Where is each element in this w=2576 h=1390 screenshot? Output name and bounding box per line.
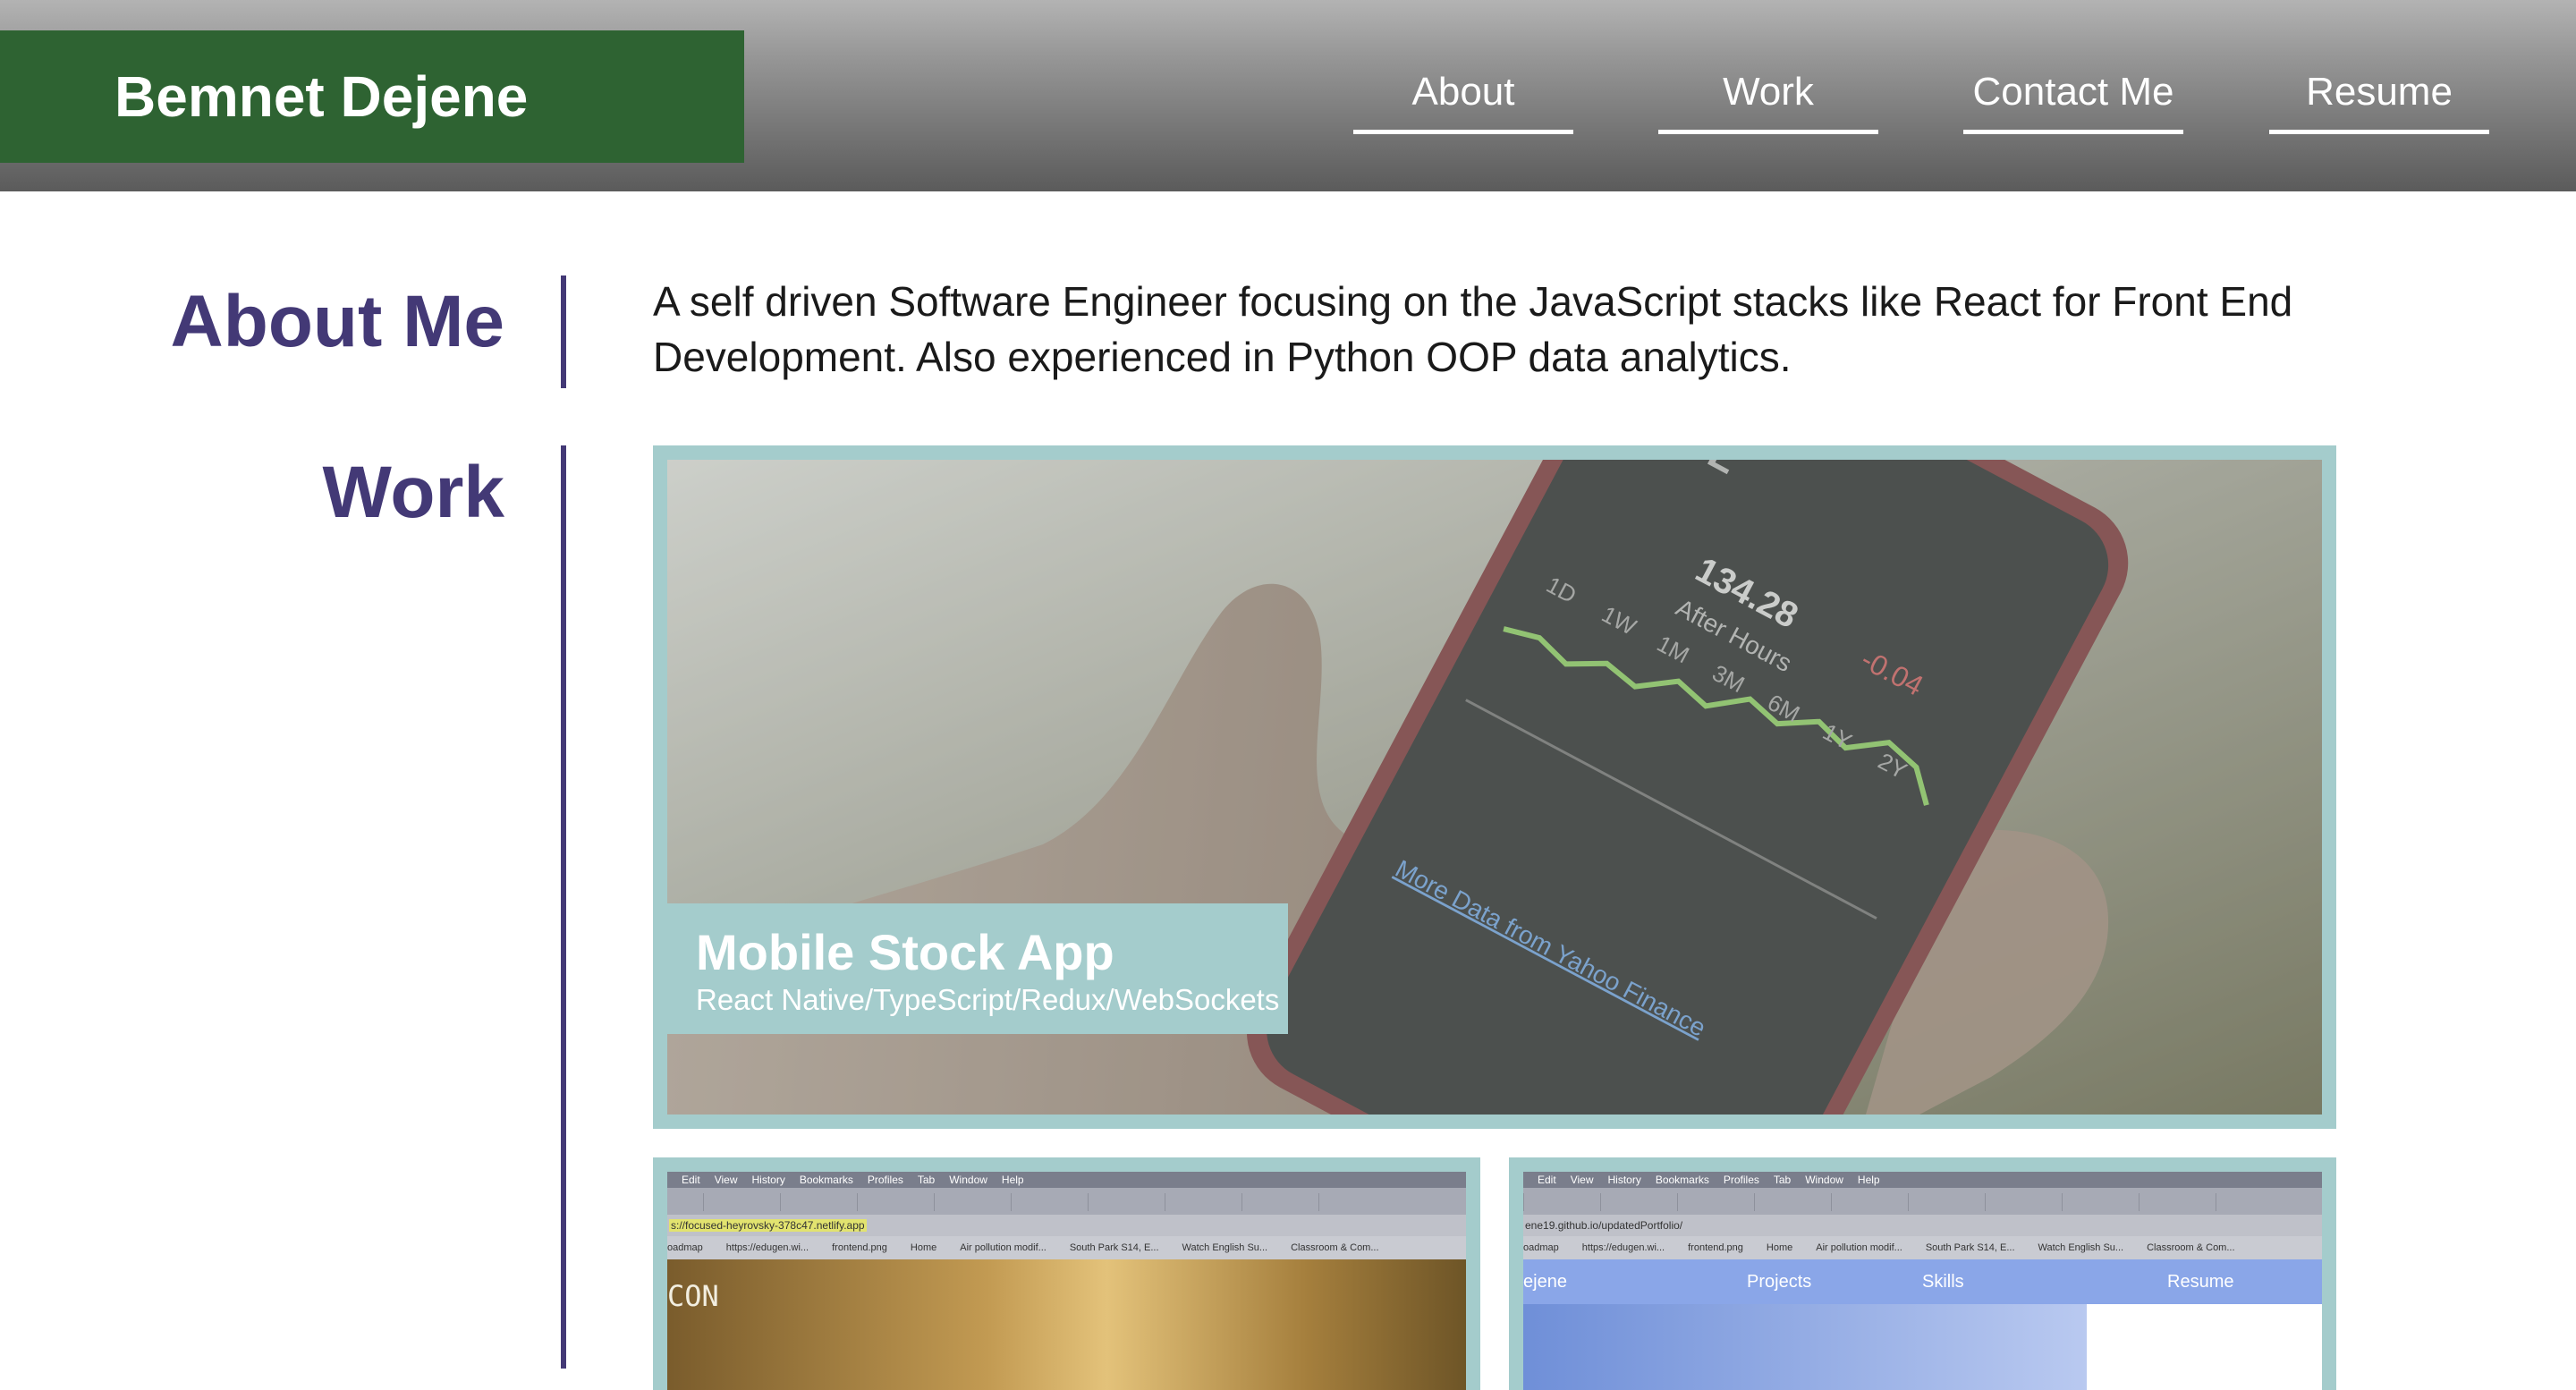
portfolio-panel <box>2087 1304 2322 1390</box>
about-divider <box>561 275 566 388</box>
project-title[interactable]: Mobile Stock App <box>696 923 1114 982</box>
mac-menubar: Edit View History Bookmarks Profiles Tab Windo… <box>1523 1172 2322 1188</box>
browser-tabs <box>1523 1188 2322 1215</box>
url-text: s://focused-heyrovsky-378c47.netlify.app <box>669 1219 867 1232</box>
hero-text: CON <box>667 1279 719 1313</box>
portfolio-nav-skills: Skills <box>1922 1272 1964 1292</box>
portfolio-brand: ejene <box>1523 1272 1567 1292</box>
bookmarks-bar: oadmap https://edugen.wi... frontend.png Ho… <box>1523 1236 2322 1259</box>
work-heading: Work <box>322 452 504 533</box>
nav-contact[interactable]: Contact Me <box>1963 66 2183 134</box>
nav-about[interactable]: About <box>1353 66 1573 134</box>
project-image: AAPL 134.28 After Hours -0.04 1D 1W 1M 3… <box>667 460 2322 1115</box>
mac-menubar: Edit View History Bookmarks Profiles Tab Windo… <box>667 1172 1466 1188</box>
portfolio-nav-resume: Resume <box>2167 1272 2234 1292</box>
project-label[interactable]: Mobile Stock App React Native/TypeScript… <box>667 903 1288 1034</box>
portfolio-nav-projects: Projects <box>1747 1272 1812 1292</box>
browser-tabs <box>667 1188 1466 1215</box>
portfolio-navbar: ejene Projects Skills Resume <box>1523 1259 2322 1304</box>
project-card-3[interactable]: Edit View History Bookmarks Profiles Tab Windo… <box>1509 1157 2336 1390</box>
about-heading: About Me <box>170 281 504 362</box>
work-divider <box>561 445 566 1369</box>
brand-block[interactable]: Bemnet Dejene <box>0 30 744 163</box>
project-card-mobile-stock[interactable]: AAPL 134.28 After Hours -0.04 1D 1W 1M 3… <box>653 445 2336 1129</box>
bookmarks-bar: oadmap https://edugen.wi... frontend.png Ho… <box>667 1236 1466 1259</box>
project-card-2[interactable]: Edit View History Bookmarks Profiles Tab Windo… <box>653 1157 1480 1390</box>
page-hero: CON <box>667 1259 1466 1390</box>
project-screenshot-2: Edit View History Bookmarks Profiles Tab Windo… <box>1523 1172 2322 1390</box>
url-bar: s://focused-heyrovsky-378c47.netlify.app <box>667 1215 1466 1236</box>
url-text: ene19.github.io/updatedPortfolio/ <box>1525 1219 1683 1232</box>
url-bar: ene19.github.io/updatedPortfolio/ <box>1523 1215 2322 1236</box>
about-text: A self driven Software Engineer focusing… <box>653 278 2293 380</box>
site-header: Bemnet Dejene About Work Contact Me Resu… <box>0 0 2576 191</box>
brand-name[interactable]: Bemnet Dejene <box>114 63 528 131</box>
project-screenshot-1: Edit View History Bookmarks Profiles Tab Windo… <box>667 1172 1466 1390</box>
project-tech: React Native/TypeScript/Redux/WebSockets <box>696 983 1280 1016</box>
nav-work[interactable]: Work <box>1658 66 1878 134</box>
nav-resume[interactable]: Resume <box>2269 66 2489 134</box>
portfolio-hero <box>1523 1304 2087 1390</box>
